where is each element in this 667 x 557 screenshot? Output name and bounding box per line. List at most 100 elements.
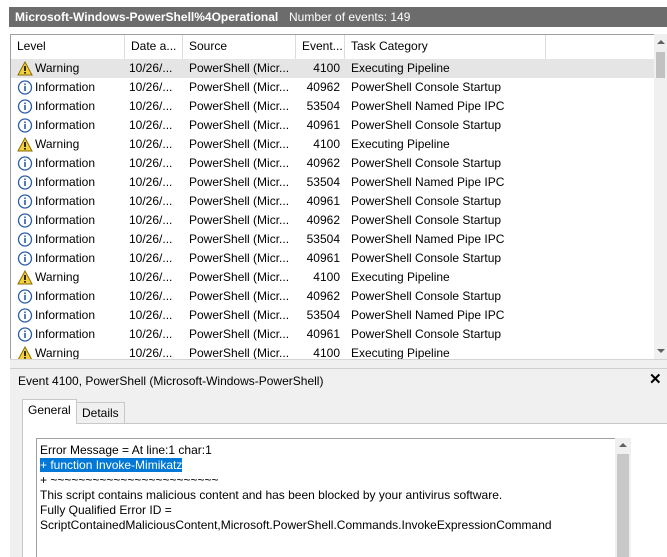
scroll-down-arrow-icon[interactable] <box>657 349 665 353</box>
event-row[interactable]: Information 10/26/... PowerShell (Micr... 4… <box>11 154 655 173</box>
event-task-category: PowerShell Console Startup <box>351 251 502 265</box>
event-level: Warning <box>35 270 80 284</box>
event-row[interactable]: Information 10/26/... PowerShell (Micr... 5… <box>11 173 655 192</box>
event-detail-title: Event 4100, PowerShell (Microsoft-Window… <box>18 374 324 388</box>
event-source: PowerShell (Micr... <box>189 346 290 359</box>
event-source: PowerShell (Micr... <box>189 194 290 208</box>
event-source: PowerShell (Micr... <box>189 137 290 151</box>
event-row[interactable]: Warning 10/26/... PowerShell (Micr... 4100 E… <box>11 135 655 154</box>
information-circle-icon <box>17 232 33 247</box>
event-date: 10/26/... <box>129 99 173 113</box>
event-row[interactable]: Information 10/26/... PowerShell (Micr... 4… <box>11 78 655 97</box>
event-id: 40962 <box>306 80 340 94</box>
warning-triangle-icon <box>17 345 33 359</box>
column-header-task-category[interactable]: Task Category <box>345 35 546 59</box>
event-date: 10/26/... <box>129 308 173 322</box>
event-count: Number of events: 149 <box>289 10 411 24</box>
information-circle-icon <box>17 156 33 171</box>
tab-details[interactable]: Details <box>76 402 125 424</box>
event-level: Information <box>35 80 96 94</box>
event-task-category: PowerShell Console Startup <box>351 118 502 132</box>
event-id: 4100 <box>313 346 340 359</box>
message-line: Fully Qualified Error ID = <box>40 503 172 517</box>
event-level: Warning <box>35 346 80 359</box>
event-row[interactable]: Information 10/26/... PowerShell (Micr... 5… <box>11 230 655 249</box>
tab-general[interactable]: General <box>22 399 77 424</box>
scrollbar-thumb[interactable] <box>656 52 665 78</box>
event-level: Information <box>35 175 96 189</box>
event-date: 10/26/... <box>129 213 173 227</box>
event-level: Information <box>35 251 96 265</box>
event-row[interactable]: Warning 10/26/... PowerShell (Micr... 4100 E… <box>11 344 655 359</box>
log-name: Microsoft-Windows-PowerShell%4Operationa… <box>15 10 279 24</box>
event-level: Information <box>35 213 96 227</box>
event-date: 10/26/... <box>129 61 173 75</box>
event-level: Information <box>35 156 96 170</box>
column-header-date[interactable]: Date a... <box>125 35 183 59</box>
event-date: 10/26/... <box>129 194 173 208</box>
event-task-category: Executing Pipeline <box>351 61 450 75</box>
event-date: 10/26/... <box>129 346 173 359</box>
pane-splitter[interactable] <box>10 359 667 368</box>
selected-text: + function Invoke-Mimikatz <box>40 458 183 472</box>
general-tab-body: Error Message = At line:1 char:1 + funct… <box>22 423 667 557</box>
event-date: 10/26/... <box>129 80 173 94</box>
event-detail-pane: Event 4100, PowerShell (Microsoft-Window… <box>10 368 667 557</box>
column-header-source[interactable]: Source <box>183 35 296 59</box>
event-source: PowerShell (Micr... <box>189 175 290 189</box>
information-circle-icon <box>17 327 33 342</box>
event-id: 53504 <box>306 175 340 189</box>
warning-triangle-icon <box>17 269 33 285</box>
event-id: 53504 <box>306 99 340 113</box>
event-level: Information <box>35 232 96 246</box>
message-scrollbar[interactable] <box>615 438 631 557</box>
event-source: PowerShell (Micr... <box>189 251 290 265</box>
event-id: 53504 <box>306 308 340 322</box>
event-row[interactable]: Information 10/26/... PowerShell (Micr... 4… <box>11 287 655 306</box>
message-line: Error Message = At line:1 char:1 <box>40 443 212 457</box>
scroll-up-arrow-icon[interactable] <box>657 40 665 44</box>
event-source: PowerShell (Micr... <box>189 327 290 341</box>
event-id: 4100 <box>313 137 340 151</box>
event-message-box[interactable]: Error Message = At line:1 char:1 + funct… <box>36 438 628 557</box>
information-circle-icon <box>17 194 33 209</box>
event-row[interactable]: Information 10/26/... PowerShell (Micr... 5… <box>11 97 655 116</box>
column-header-level[interactable]: Level <box>11 35 125 59</box>
event-row[interactable]: Information 10/26/... PowerShell (Micr... 4… <box>11 192 655 211</box>
event-row[interactable]: Information 10/26/... PowerShell (Micr... 5… <box>11 306 655 325</box>
event-date: 10/26/... <box>129 327 173 341</box>
information-circle-icon <box>17 213 33 228</box>
event-task-category: PowerShell Named Pipe IPC <box>351 175 505 189</box>
event-row[interactable]: Information 10/26/... PowerShell (Micr... 4… <box>11 211 655 230</box>
warning-triangle-icon <box>17 136 33 152</box>
event-task-category: PowerShell Console Startup <box>351 156 502 170</box>
event-id: 40962 <box>306 213 340 227</box>
event-id: 40962 <box>306 156 340 170</box>
event-level: Warning <box>35 61 80 75</box>
event-source: PowerShell (Micr... <box>189 156 290 170</box>
event-source: PowerShell (Micr... <box>189 232 290 246</box>
column-header-event-id[interactable]: Event... <box>296 35 345 59</box>
event-row[interactable]: Warning 10/26/... PowerShell (Micr... 4100 E… <box>11 59 655 78</box>
event-level: Information <box>35 289 96 303</box>
event-level: Information <box>35 194 96 208</box>
event-source: PowerShell (Micr... <box>189 80 290 94</box>
information-circle-icon <box>17 308 33 323</box>
close-icon[interactable]: ✕ <box>649 370 662 388</box>
event-list-scrollbar[interactable] <box>654 34 667 359</box>
event-id: 40961 <box>306 194 340 208</box>
scrollbar-thumb[interactable] <box>617 454 629 557</box>
message-line: This script contains malicious content a… <box>40 488 503 502</box>
event-level: Information <box>35 99 96 113</box>
event-row[interactable]: Information 10/26/... PowerShell (Micr... 4… <box>11 325 655 344</box>
event-id: 53504 <box>306 232 340 246</box>
event-row[interactable]: Information 10/26/... PowerShell (Micr... 4… <box>11 249 655 268</box>
warning-triangle-icon <box>17 60 33 76</box>
event-row[interactable]: Warning 10/26/... PowerShell (Micr... 4100 E… <box>11 268 655 287</box>
event-row[interactable]: Information 10/26/... PowerShell (Micr... 4… <box>11 116 655 135</box>
information-circle-icon <box>17 175 33 190</box>
information-circle-icon <box>17 99 33 114</box>
scroll-up-arrow-icon[interactable] <box>619 443 627 447</box>
event-date: 10/26/... <box>129 251 173 265</box>
event-id: 40961 <box>306 327 340 341</box>
